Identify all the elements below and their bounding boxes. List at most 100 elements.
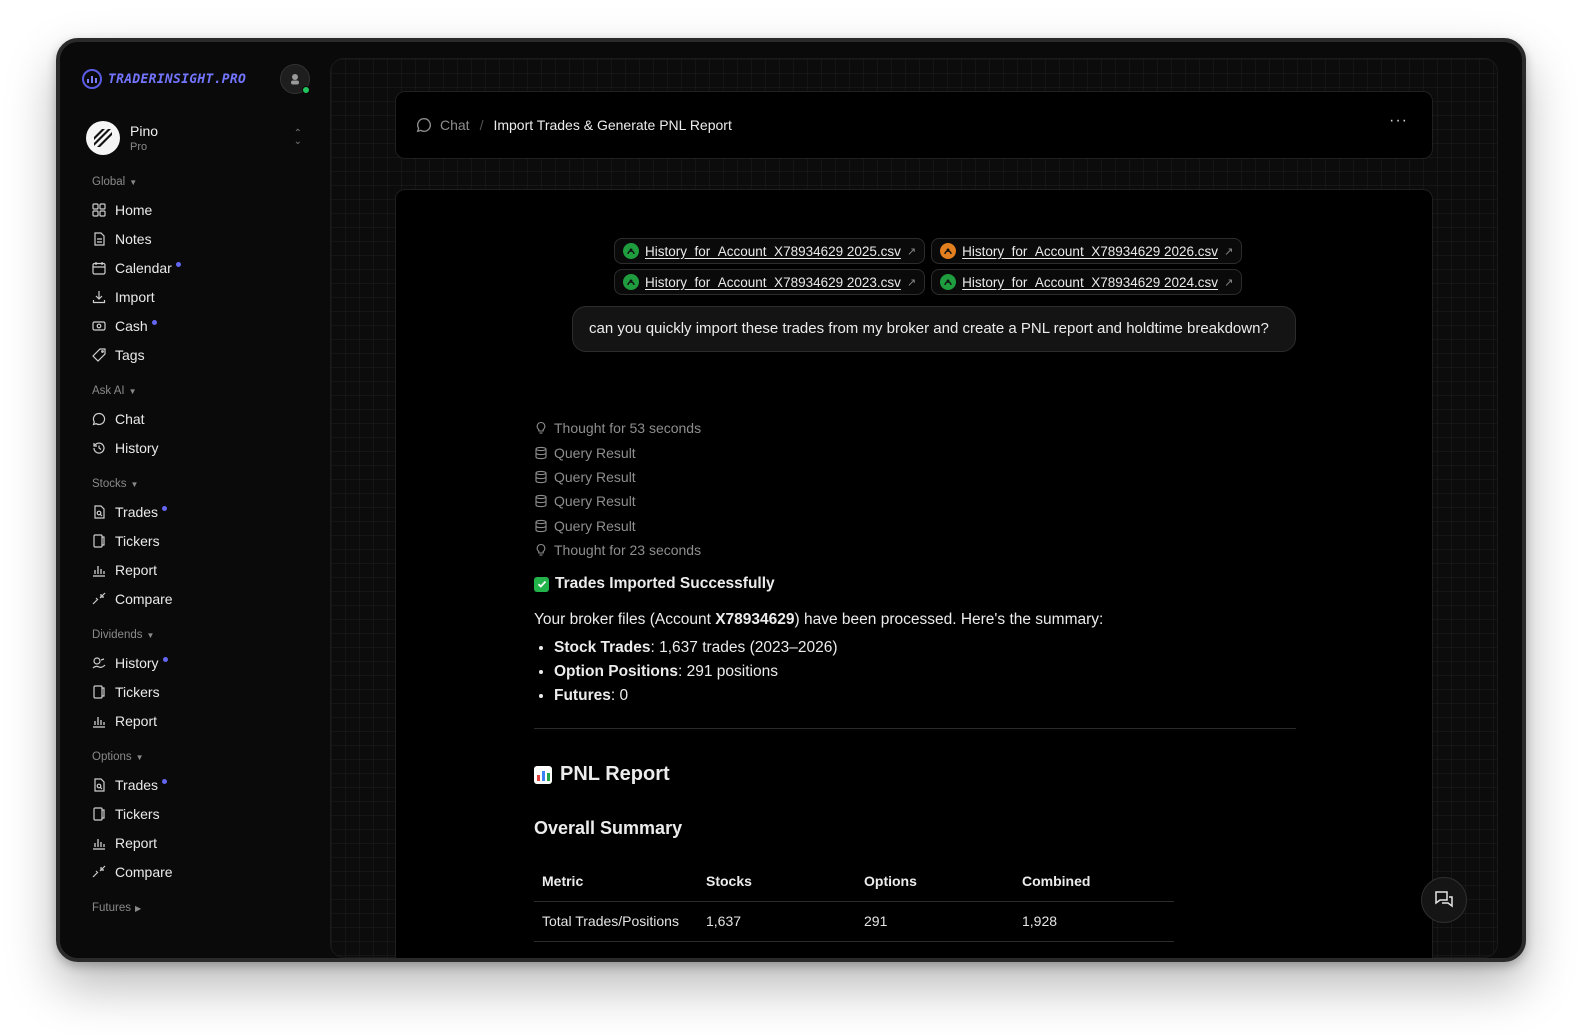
file-chip[interactable]: History_for_Account_X78934629 2025.csv ↗ bbox=[614, 238, 926, 264]
section-toggle-stocks[interactable]: Stocks ▼ bbox=[92, 476, 308, 492]
compare-icon bbox=[92, 592, 106, 604]
sidebar-item-label: Trades bbox=[115, 776, 159, 793]
section-heading: Overall Summary bbox=[534, 818, 683, 838]
sidebar-item-option-trades[interactable]: Trades bbox=[88, 770, 308, 799]
attached-files: History_for_Account_X78934629 2025.csv ↗… bbox=[614, 238, 1296, 295]
check-mark-icon bbox=[534, 576, 549, 592]
breadcrumb-current: Import Trades & Generate PNL Report bbox=[493, 117, 732, 133]
nav-section-futures: Futures ▶ bbox=[88, 900, 308, 916]
chat-thread: History_for_Account_X78934629 2025.csv ↗… bbox=[395, 189, 1433, 958]
nav-section-dividends: Dividends ▼ History Tickers Report bbox=[88, 627, 308, 735]
column-header: Stocks bbox=[698, 861, 856, 902]
notification-dot bbox=[162, 779, 168, 784]
reasoning-step[interactable]: Query Result bbox=[534, 465, 934, 489]
bullet-label: Option Positions bbox=[554, 663, 678, 680]
sidebar-item-option-tickers[interactable]: Tickers bbox=[88, 799, 308, 828]
caret-down-icon: ▼ bbox=[135, 752, 144, 762]
trades-icon bbox=[94, 777, 105, 792]
sidebar-item-stock-tickers[interactable]: Tickers bbox=[88, 526, 308, 555]
sidebar-item-dividend-tickers[interactable]: Tickers bbox=[88, 677, 308, 706]
sidebar-item-stock-compare[interactable]: Compare bbox=[88, 584, 308, 613]
feedback-chat-button[interactable] bbox=[1421, 877, 1467, 923]
sidebar-item-label: Trades bbox=[115, 503, 159, 520]
file-chip[interactable]: History_for_Account_X78934629 2023.csv ↗ bbox=[614, 269, 926, 295]
database-icon bbox=[535, 470, 547, 484]
sidebar-item-label: Chat bbox=[115, 410, 145, 427]
file-chip[interactable]: History_for_Account_X78934629 2026.csv ↗ bbox=[931, 238, 1243, 264]
account-number: X78934629 bbox=[715, 611, 795, 628]
sidebar-item-chat[interactable]: Chat bbox=[88, 404, 308, 433]
compare-icon bbox=[92, 865, 106, 877]
history-icon bbox=[93, 441, 105, 454]
section-toggle-ask-ai[interactable]: Ask AI ▼ bbox=[92, 383, 308, 399]
section-toggle-options[interactable]: Options ▼ bbox=[92, 749, 308, 765]
sidebar-item-history[interactable]: History bbox=[88, 433, 308, 462]
sidebar-item-dividend-report[interactable]: Report bbox=[88, 706, 308, 735]
account-avatar[interactable] bbox=[280, 64, 310, 94]
sidebar-item-stock-trades[interactable]: Trades bbox=[88, 497, 308, 526]
tickers-icon bbox=[93, 684, 105, 699]
reasoning-step[interactable]: Thought for 23 seconds bbox=[534, 538, 934, 562]
sidebar-item-tags[interactable]: Tags bbox=[88, 340, 308, 369]
section-toggle-global[interactable]: Global ▼ bbox=[92, 174, 308, 190]
file-avatar-icon bbox=[623, 274, 639, 290]
calendar-icon bbox=[92, 261, 106, 275]
caret-right-icon: ▶ bbox=[135, 903, 142, 913]
column-header: Metric bbox=[534, 861, 698, 902]
brand-logo[interactable]: TRADERINSIGHT.PRO bbox=[82, 69, 246, 89]
summary-prefix: Your broker files (Account bbox=[534, 611, 716, 628]
stripes-logo-icon bbox=[94, 129, 112, 147]
sidebar-item-calendar[interactable]: Calendar bbox=[88, 253, 308, 282]
sidebar-item-stock-report[interactable]: Report bbox=[88, 555, 308, 584]
section-toggle-futures[interactable]: Futures ▶ bbox=[92, 900, 308, 916]
external-link-icon: ↗ bbox=[1224, 276, 1234, 289]
sidebar-item-option-compare[interactable]: Compare bbox=[88, 857, 308, 886]
breadcrumb: Chat / Import Trades & Generate PNL Repo… bbox=[416, 117, 732, 133]
file-chip[interactable]: History_for_Account_X78934629 2024.csv ↗ bbox=[931, 269, 1243, 295]
sidebar-item-dividend-history[interactable]: History bbox=[88, 648, 308, 677]
assistant-response: Trades Imported Successfully Your broker… bbox=[534, 574, 1296, 942]
reasoning-step[interactable]: Query Result bbox=[534, 489, 934, 513]
sidebar-item-cash[interactable]: Cash bbox=[88, 311, 308, 340]
sidebar-item-label: Tickers bbox=[115, 805, 160, 822]
report-heading: PNL Report bbox=[534, 763, 1296, 786]
nav-section-stocks: Stocks ▼ Trades Tickers Report Compare bbox=[88, 476, 308, 613]
section-toggle-dividends[interactable]: Dividends ▼ bbox=[92, 627, 308, 643]
list-item: Stock Trades: 1,637 trades (2023–2026) bbox=[554, 636, 1296, 660]
column-header: Combined bbox=[1014, 861, 1174, 902]
sidebar-item-notes[interactable]: Notes bbox=[88, 224, 308, 253]
more-options-button[interactable]: ··· bbox=[1389, 112, 1408, 130]
sidebar-item-option-report[interactable]: Report bbox=[88, 828, 308, 857]
report-icon bbox=[93, 716, 105, 728]
section-label: Ask AI bbox=[92, 385, 125, 397]
table-cell: 1,637 bbox=[698, 901, 856, 942]
sidebar-nav: Global ▼ Home Notes Calendar Import Cash… bbox=[88, 174, 308, 930]
reasoning-step[interactable]: Query Result bbox=[534, 514, 934, 538]
external-link-icon: ↗ bbox=[1224, 245, 1234, 258]
bullet-value: : 1,637 trades (2023–2026) bbox=[650, 639, 838, 656]
list-item: Futures: 0 bbox=[554, 684, 1296, 708]
sidebar-item-label: Tickers bbox=[115, 532, 160, 549]
brand-name: TRADERINSIGHT.PRO bbox=[108, 71, 247, 87]
reasoning-step[interactable]: Thought for 53 seconds bbox=[534, 416, 934, 440]
sidebar-item-import[interactable]: Import bbox=[88, 282, 308, 311]
workspace-switcher[interactable]: Pino Pro ⌃ ⌄ bbox=[86, 116, 302, 160]
step-label: Query Result bbox=[554, 493, 636, 510]
step-label: Query Result bbox=[554, 468, 636, 485]
breadcrumb-root[interactable]: Chat bbox=[440, 117, 470, 133]
sidebar-item-label: Calendar bbox=[115, 259, 172, 276]
notification-dot bbox=[162, 506, 168, 511]
dividend-history-icon bbox=[92, 656, 106, 668]
divider bbox=[534, 728, 1296, 729]
reasoning-step[interactable]: Query Result bbox=[534, 440, 934, 464]
section-label: Global bbox=[92, 176, 126, 188]
external-link-icon: ↗ bbox=[906, 276, 917, 289]
tickers-icon bbox=[93, 806, 105, 821]
step-label: Query Result bbox=[554, 517, 636, 534]
sidebar-item-home[interactable]: Home bbox=[88, 195, 308, 224]
table-cell: 291 bbox=[856, 901, 1014, 942]
robot-icon bbox=[291, 74, 299, 85]
sidebar-item-label: Tags bbox=[115, 346, 145, 363]
chat-icon bbox=[416, 118, 432, 133]
step-label: Thought for 53 seconds bbox=[554, 420, 702, 437]
